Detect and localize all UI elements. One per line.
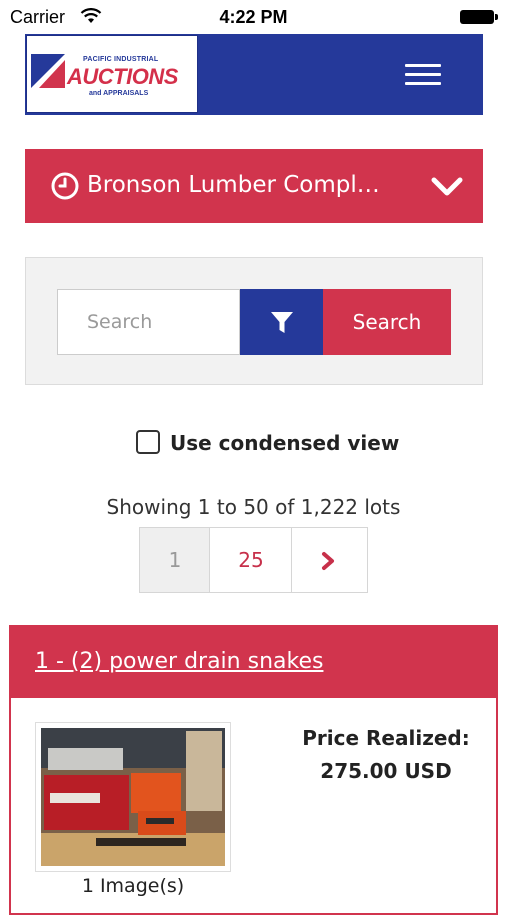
lot-title-link[interactable]: 1 - (2) power drain snakes [35, 649, 323, 674]
logo-mark-icon [31, 54, 65, 88]
battery-icon [460, 10, 494, 24]
logo-main-text: AUCTIONS [67, 64, 178, 89]
search-button[interactable]: Search [323, 289, 451, 355]
lot-photo [41, 728, 225, 866]
lot-card: 1 - (2) power drain snakes 1 Image(s) Pr… [9, 625, 498, 915]
price-realized-value: 275.00 USD [320, 759, 452, 783]
status-bar: Carrier 4:22 PM [0, 0, 507, 34]
chevron-right-icon [322, 552, 334, 570]
filter-icon [271, 312, 293, 333]
next-page-button[interactable] [291, 527, 368, 593]
lot-thumbnail[interactable] [35, 722, 231, 872]
logo-sub-text: and APPRAISALS [89, 90, 149, 97]
auction-title: Bronson Lumber Compl… [87, 172, 380, 198]
menu-line [405, 82, 441, 85]
filter-button[interactable] [240, 289, 323, 355]
lot-images-count: 1 Image(s) [81, 875, 185, 897]
results-summary: Showing 1 to 50 of 1,222 lots [106, 495, 401, 519]
search-input[interactable] [57, 289, 240, 355]
site-header: PACIFIC INDUSTRIAL AUCTIONS and APPRAISA… [25, 34, 483, 115]
battery-tip [495, 14, 498, 20]
menu-line [405, 73, 441, 76]
site-logo[interactable]: PACIFIC INDUSTRIAL AUCTIONS and APPRAISA… [26, 35, 198, 113]
logo-top-text: PACIFIC INDUSTRIAL [83, 56, 159, 63]
page-1-button[interactable]: 1 [139, 527, 211, 593]
clock-time: 4:22 PM [219, 7, 288, 27]
clock-icon [51, 172, 79, 200]
page-25-button[interactable]: 25 [209, 527, 293, 593]
price-realized-label: Price Realized: [302, 726, 470, 750]
auction-selector[interactable]: Bronson Lumber Compl… [25, 149, 483, 223]
search-panel: Search [25, 257, 483, 385]
lot-header: 1 - (2) power drain snakes [11, 627, 496, 698]
condensed-view-label: Use condensed view [170, 431, 400, 455]
menu-line [405, 64, 441, 67]
chevron-down-icon [431, 177, 463, 196]
hamburger-menu-icon[interactable] [405, 64, 441, 86]
condensed-view-checkbox[interactable] [136, 430, 160, 454]
